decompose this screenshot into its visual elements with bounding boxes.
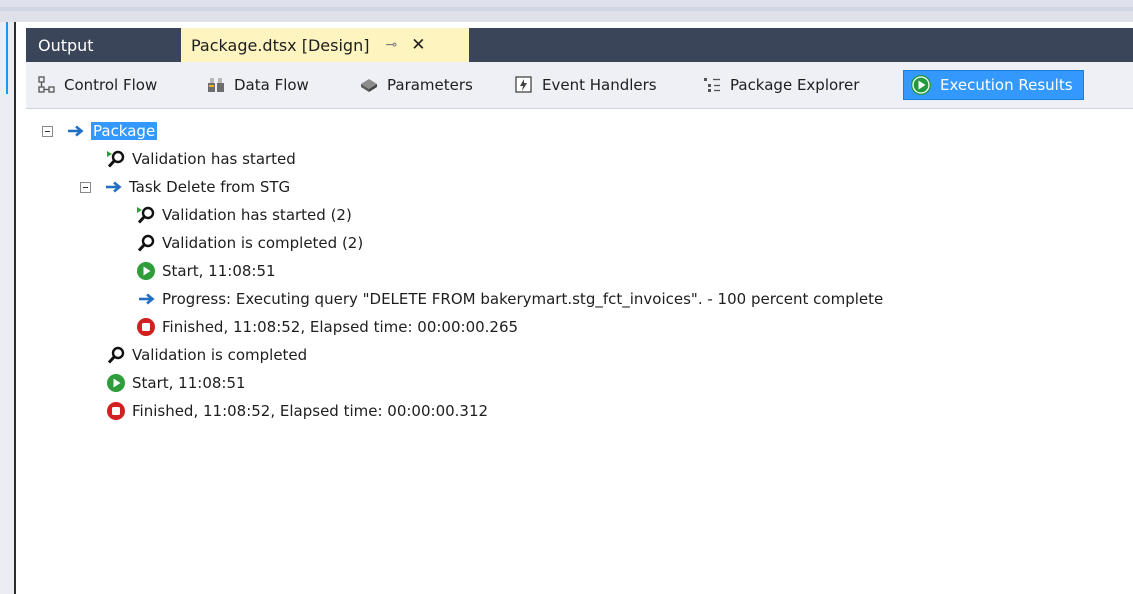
validation-started-icon [136,205,156,225]
control-flow-label: Control Flow [64,76,158,94]
tab-parameters[interactable]: Parameters [359,70,473,100]
tab-output-label: Output [38,35,94,55]
collapse-toggle-package[interactable] [42,125,53,137]
tree-line: Validation is completed [106,343,307,367]
validation-completed-icon [136,233,156,253]
tree-node-package-label: Package [91,122,158,140]
package-explorer-label: Package Explorer [730,76,860,94]
tab-execution-results[interactable]: Execution Results [903,70,1084,100]
top-band [0,7,1133,11]
parameters-label: Parameters [387,76,473,94]
window-top-strip [0,0,1133,22]
tree-node-package[interactable]: Package [42,119,158,143]
validation-started-icon [106,149,126,169]
event-handlers-label: Event Handlers [542,76,657,94]
tree-line: Start, 11:08:51 [136,259,276,283]
tree-line: Progress: Executing query "DELETE FROM b… [136,287,883,311]
tree-line-text: Validation has started (2) [162,206,352,224]
tree-node-task-label: Task Delete from STG [129,178,291,196]
arrow-right-icon [136,289,156,309]
data-flow-label: Data Flow [234,76,309,94]
document-tab-bar: Output Package.dtsx [Design] ⊸ ✕ [26,28,1133,62]
start-icon [136,261,156,281]
tab-package-design[interactable]: Package.dtsx [Design] ⊸ ✕ [181,28,469,62]
tree-node-task[interactable]: Task Delete from STG [80,175,290,199]
arrow-right-icon [103,177,123,197]
tree-line: Validation has started (2) [136,203,352,227]
tab-control-flow[interactable]: Control Flow [36,70,157,100]
tree-line: Start, 11:08:51 [106,371,246,395]
execution-results-tree: Package Validation has started Task Dele… [26,108,1133,594]
designer-toolbar: Control Flow Data Flow Parameters Event … [26,62,1133,109]
tree-line: Finished, 11:08:52, Elapsed time: 00:00:… [136,315,518,339]
tab-data-flow[interactable]: Data Flow [206,70,309,100]
validation-completed-icon [106,345,126,365]
package-explorer-icon [702,75,722,95]
finished-icon [136,317,156,337]
event-handlers-icon [514,75,534,95]
left-dock-accent [6,22,8,94]
tree-line: Validation has started [106,147,296,171]
pin-icon[interactable]: ⊸ [385,37,397,53]
execution-results-label: Execution Results [940,76,1073,94]
tree-line: Validation is completed (2) [136,231,363,255]
tree-line: Finished, 11:08:52, Elapsed time: 00:00:… [106,399,488,423]
start-icon [106,373,126,393]
tree-line-text: Validation has started [132,150,296,168]
tree-line-text: Progress: Executing query "DELETE FROM b… [162,290,884,308]
close-icon[interactable]: ✕ [411,35,425,55]
tree-line-text: Start, 11:08:51 [132,374,246,392]
left-dock-border [14,22,16,594]
arrow-right-icon [65,121,85,141]
tab-package-label: Package.dtsx [Design] [191,35,370,55]
tree-line-text: Start, 11:08:51 [162,262,276,280]
control-flow-icon [36,75,56,95]
finished-icon [106,401,126,421]
tree-line-text: Finished, 11:08:52, Elapsed time: 00:00:… [132,402,489,420]
tab-output[interactable]: Output [26,28,172,62]
execution-results-icon [910,74,932,96]
data-flow-icon [206,75,226,95]
parameters-icon [359,75,379,95]
collapse-toggle-task[interactable] [80,181,91,193]
tree-line-text: Finished, 11:08:52, Elapsed time: 00:00:… [162,318,519,336]
tree-line-text: Validation is completed (2) [162,234,364,252]
tab-event-handlers[interactable]: Event Handlers [514,70,657,100]
tree-line-text: Validation is completed [132,346,308,364]
left-dock-edge [0,22,16,594]
tab-package-explorer[interactable]: Package Explorer [702,70,859,100]
